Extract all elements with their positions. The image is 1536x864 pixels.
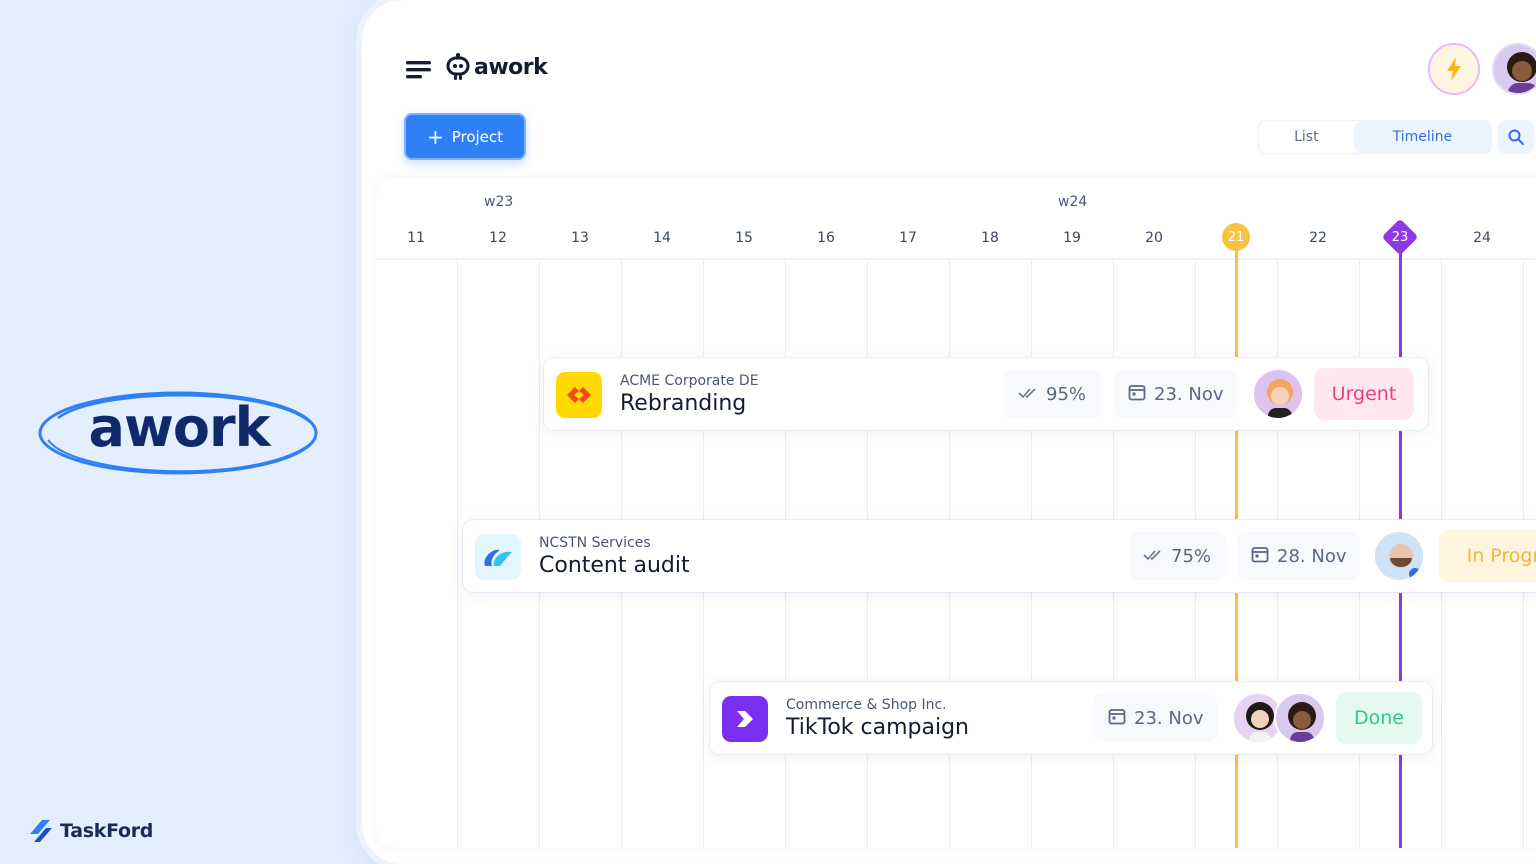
promo-logo: awork bbox=[38, 388, 320, 478]
day-label: 15 bbox=[735, 230, 753, 246]
app-logo-text: awork bbox=[474, 54, 548, 80]
today-marker: 21 bbox=[1222, 223, 1250, 251]
task-bar-tiktok-campaign[interactable]: Commerce & Shop Inc. TikTok campaign 23.… bbox=[710, 682, 1432, 754]
day-label: 22 bbox=[1309, 230, 1327, 246]
deadline-marker: 23 bbox=[1391, 229, 1409, 245]
day-label: 24 bbox=[1473, 230, 1491, 246]
day-label: 20 bbox=[1145, 230, 1163, 246]
week-label: w23 bbox=[484, 194, 514, 210]
status-badge[interactable]: Done bbox=[1336, 692, 1422, 744]
week-label: w24 bbox=[1058, 194, 1088, 210]
day-label: 16 bbox=[817, 230, 835, 246]
awork-robot-icon bbox=[446, 53, 470, 80]
search-icon bbox=[1508, 129, 1524, 145]
view-option-list[interactable]: List bbox=[1259, 121, 1354, 153]
commerce-project-icon bbox=[722, 696, 768, 742]
day-label: 13 bbox=[571, 230, 589, 246]
add-project-button[interactable]: + Project bbox=[404, 113, 526, 160]
assignee-avatar[interactable] bbox=[1252, 368, 1304, 420]
calendar-icon bbox=[1128, 383, 1146, 406]
status-badge[interactable]: In Progress bbox=[1439, 530, 1536, 582]
lightning-bolt-icon bbox=[1447, 57, 1461, 81]
task-title: TikTok campaign bbox=[786, 715, 969, 740]
timeline-header: w23 w24 11 12 13 14 15 16 17 18 19 20 21… bbox=[376, 178, 1536, 260]
task-due-date: 23. Nov bbox=[1114, 370, 1238, 418]
day-label: 12 bbox=[489, 230, 507, 246]
taskford-brand: TaskFord bbox=[26, 816, 153, 846]
task-due-date: 28. Nov bbox=[1237, 532, 1361, 580]
status-label: In Progress bbox=[1466, 545, 1536, 567]
task-title: Rebranding bbox=[620, 391, 747, 416]
task-progress-value: 75% bbox=[1171, 545, 1212, 567]
day-label: 14 bbox=[653, 230, 671, 246]
task-due-date: 23. Nov bbox=[1094, 694, 1218, 742]
task-bar-rebranding[interactable]: ACME Corporate DE Rebranding 95% 23. Nov bbox=[544, 358, 1428, 430]
search-button[interactable] bbox=[1498, 120, 1534, 154]
taskford-logo-icon bbox=[30, 820, 52, 842]
app-window: awork + Project List Timeline w23 w24 11… bbox=[362, 0, 1536, 864]
task-client: ACME Corporate DE bbox=[620, 373, 759, 389]
taskford-brand-name: TaskFord bbox=[60, 820, 154, 842]
day-label: 17 bbox=[899, 230, 917, 246]
status-label: Done bbox=[1354, 707, 1404, 729]
assignee-avatar-icon bbox=[1375, 532, 1423, 580]
task-due-value: 23. Nov bbox=[1154, 383, 1224, 405]
assignee-avatar[interactable] bbox=[1373, 530, 1425, 582]
task-client: NCSTN Services bbox=[539, 535, 651, 551]
day-label: 11 bbox=[407, 230, 425, 246]
task-progress: 75% bbox=[1129, 532, 1226, 580]
task-client: Commerce & Shop Inc. bbox=[786, 697, 947, 713]
calendar-icon bbox=[1251, 545, 1269, 568]
add-project-label: Project bbox=[451, 127, 504, 146]
ncstn-project-icon bbox=[475, 534, 521, 580]
assignee-avatar-icon bbox=[1276, 694, 1324, 742]
hamburger-menu-icon[interactable] bbox=[406, 60, 432, 84]
task-due-value: 28. Nov bbox=[1277, 545, 1347, 567]
power-ups-button[interactable] bbox=[1428, 43, 1480, 95]
grid-line bbox=[457, 260, 458, 848]
status-badge[interactable]: Urgent bbox=[1314, 368, 1414, 420]
view-option-timeline[interactable]: Timeline bbox=[1353, 121, 1491, 153]
task-progress-value: 95% bbox=[1046, 383, 1087, 405]
calendar-icon bbox=[1108, 707, 1126, 730]
task-title: Content audit bbox=[539, 553, 690, 578]
assignee-avatar-icon bbox=[1254, 370, 1302, 418]
user-avatar-icon bbox=[1494, 45, 1536, 93]
day-label: 18 bbox=[981, 230, 999, 246]
assignee-avatar[interactable] bbox=[1274, 692, 1326, 744]
status-label: Urgent bbox=[1331, 383, 1397, 405]
task-bar-content-audit[interactable]: NCSTN Services Content audit 75% 28. Nov bbox=[463, 520, 1536, 592]
double-check-icon bbox=[1018, 384, 1038, 405]
app-logo[interactable]: awork bbox=[446, 52, 548, 82]
acme-project-icon bbox=[556, 372, 602, 418]
user-avatar[interactable] bbox=[1492, 43, 1536, 95]
plus-icon: + bbox=[426, 124, 444, 149]
timeline-view: w23 w24 11 12 13 14 15 16 17 18 19 20 21… bbox=[376, 178, 1536, 848]
task-due-value: 23. Nov bbox=[1134, 707, 1204, 729]
day-label: 19 bbox=[1063, 230, 1081, 246]
task-progress: 95% bbox=[1004, 370, 1101, 418]
view-toggle: List Timeline bbox=[1258, 120, 1492, 154]
double-check-icon bbox=[1143, 546, 1163, 567]
promo-logo-text: awork bbox=[88, 396, 271, 459]
